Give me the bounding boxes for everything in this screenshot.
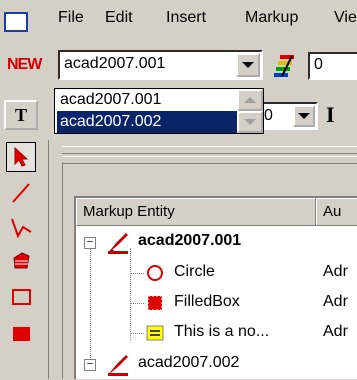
dropdown-scrollbar[interactable]	[237, 89, 263, 133]
rectangle-icon	[12, 289, 31, 305]
rectangle-tool[interactable]	[6, 282, 36, 312]
tree-line	[130, 333, 144, 334]
scroll-down-button[interactable]	[237, 111, 263, 133]
row-label: acad2007.001	[138, 232, 242, 249]
layer-combo[interactable]: 0	[308, 52, 357, 80]
column-header-author[interactable]: Au	[316, 198, 357, 226]
menu-markup[interactable]: Markup	[245, 9, 298, 27]
text-tool-icon: T	[14, 104, 27, 125]
row-label: FilledBox	[174, 293, 240, 310]
row-label: Circle	[174, 263, 215, 280]
layers-icon[interactable]	[272, 52, 298, 78]
text-style-button[interactable]: T	[4, 100, 38, 130]
dropdown-option-selected[interactable]: acad2007.002	[57, 111, 237, 133]
tree-line	[130, 273, 144, 274]
toolbar-bold-glyph[interactable]: I	[326, 102, 340, 130]
pane-grip[interactable]	[62, 146, 357, 154]
document-combo[interactable]: acad2007.001	[58, 50, 263, 80]
table-row[interactable]: − acad2007.001	[76, 228, 357, 258]
lineweight-combo[interactable]: 0	[256, 102, 318, 130]
row-label: This is a no...	[174, 323, 270, 340]
note-icon	[146, 325, 164, 341]
line-tool[interactable]	[6, 178, 36, 208]
menu-bar: File Edit Insert Markup Vie	[0, 0, 357, 40]
arrow-cursor-icon	[14, 146, 29, 167]
row-author: Adr	[323, 293, 348, 310]
chevron-down-icon	[242, 62, 254, 68]
new-logo[interactable]: NEW	[7, 56, 42, 74]
table-row[interactable]: Circle Adr	[76, 258, 357, 288]
collapse-toggle[interactable]: −	[84, 237, 96, 249]
filled-polygon-tool[interactable]	[6, 246, 36, 276]
polyline-icon	[11, 218, 32, 239]
tool-palette	[2, 140, 40, 379]
red-pen-icon	[108, 233, 128, 254]
pane-grip-secondary[interactable]	[62, 156, 357, 164]
line-icon	[12, 183, 30, 203]
row-author: Adr	[323, 323, 348, 340]
pane-divider	[62, 162, 63, 379]
select-tool[interactable]	[6, 142, 36, 172]
row-author: Adr	[323, 263, 348, 280]
tree-line	[130, 303, 144, 304]
menu-view[interactable]: Vie	[334, 9, 357, 27]
chevron-up-icon	[244, 97, 256, 103]
filled-rectangle-icon	[13, 327, 30, 341]
chevron-down-icon	[244, 119, 256, 125]
table-row[interactable]: − acad2007.002	[76, 350, 357, 380]
filled-box-icon	[147, 295, 163, 311]
circle-icon	[147, 265, 163, 281]
menu-edit[interactable]: Edit	[105, 9, 133, 27]
lineweight-combo-dropdown-button[interactable]	[293, 105, 315, 127]
filled-rectangle-tool[interactable]	[6, 318, 36, 348]
scroll-up-button[interactable]	[237, 89, 263, 111]
app-window-icon[interactable]	[4, 12, 28, 32]
menu-file[interactable]: File	[58, 9, 84, 27]
document-dropdown-list[interactable]: acad2007.001 acad2007.002	[54, 88, 264, 134]
document-combo-value: acad2007.001	[64, 55, 166, 72]
column-header-markup-entity[interactable]: Markup Entity	[76, 198, 316, 226]
red-pen-icon	[108, 355, 128, 376]
polyline-tool[interactable]	[6, 212, 36, 242]
document-combo-dropdown-button[interactable]	[236, 53, 260, 77]
row-label: acad2007.002	[138, 354, 240, 371]
markup-entity-list[interactable]: Markup Entity Au − acad2007.001 Circle A…	[74, 196, 357, 379]
collapse-toggle[interactable]: −	[84, 359, 96, 371]
lineweight-combo-value: 0	[264, 107, 273, 124]
dropdown-option[interactable]: acad2007.001	[57, 89, 237, 111]
table-row[interactable]: FilledBox Adr	[76, 288, 357, 318]
layer-combo-value: 0	[314, 56, 323, 73]
chevron-down-icon	[298, 113, 310, 119]
table-row[interactable]: This is a no... Adr	[76, 318, 357, 348]
filled-polygon-icon	[13, 252, 30, 269]
menu-insert[interactable]: Insert	[166, 9, 206, 27]
